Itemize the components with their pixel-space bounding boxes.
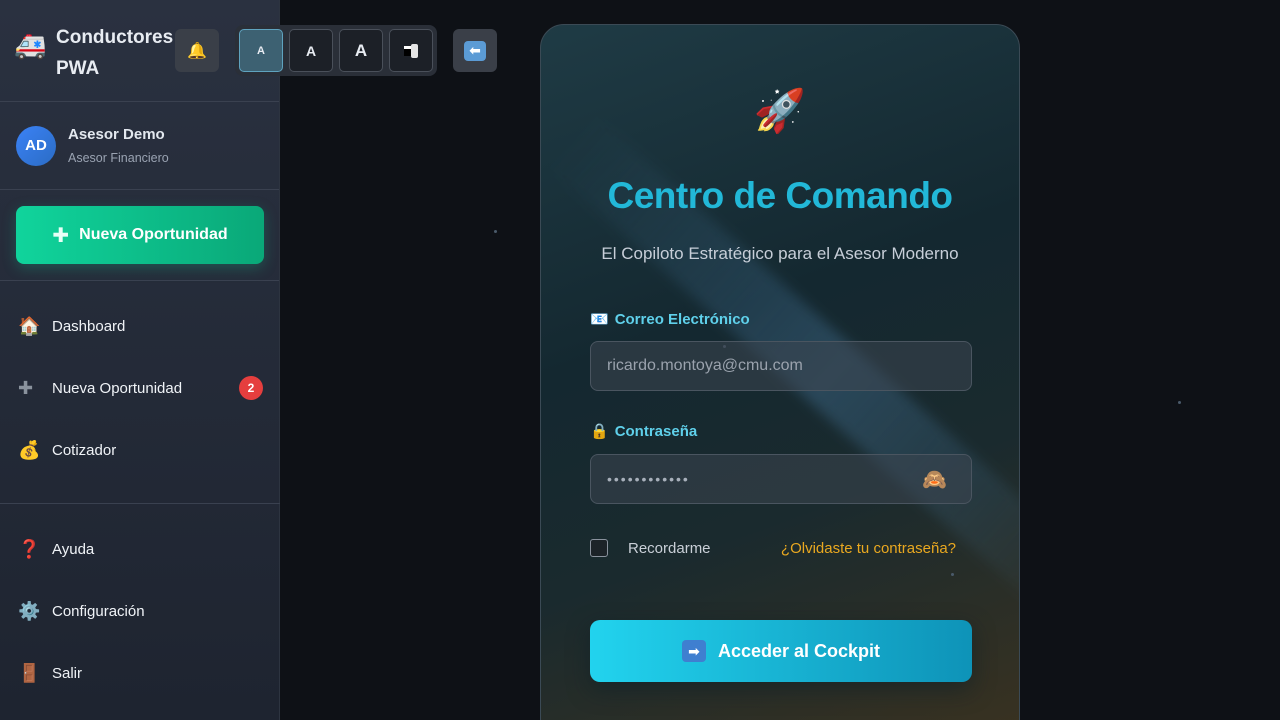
house-icon: 🏠: [18, 315, 41, 336]
sidebar-item-label: Cotizador: [52, 441, 117, 459]
email-label: 📧 Correo Electrónico: [590, 311, 750, 328]
login-card: 🚀 Centro de Comando El Copiloto Estratég…: [540, 24, 1020, 720]
contrast-icon: [404, 43, 418, 58]
page-subtitle: El Copiloto Estratégico para el Asesor M…: [601, 244, 959, 263]
sidebar-item-configuracion[interactable]: ⚙️ Configuración: [0, 580, 280, 642]
password-label: 🔒 Contraseña: [590, 423, 698, 440]
font-size-large-button[interactable]: A: [339, 29, 383, 72]
bottom-nav: ❓ Ayuda ⚙️ Configuración 🚪 Salir: [0, 518, 280, 704]
contrast-toggle-button[interactable]: [389, 29, 433, 72]
password-field[interactable]: •••••••••••• 🙈: [590, 454, 972, 504]
plus-icon: ✚: [52, 224, 70, 247]
sidebar-item-label: Salir: [52, 664, 83, 682]
font-size-medium-button[interactable]: A: [289, 29, 333, 72]
email-placeholder: ricardo.montoya@cmu.com: [607, 357, 803, 374]
font-size-medium-label: A: [305, 42, 317, 59]
plus-icon: ✚: [18, 377, 34, 398]
submit-label: Acceder al Cockpit: [717, 640, 881, 661]
ambulance-icon: 🚑: [14, 30, 47, 60]
new-opportunity-button[interactable]: ✚ Nueva Oportunidad: [16, 206, 264, 264]
email-field[interactable]: ricardo.montoya@cmu.com: [590, 341, 972, 391]
user-profile[interactable]: AD Asesor Demo Asesor Financiero: [0, 102, 279, 190]
sidebar-item-label: Ayuda: [52, 540, 95, 558]
sidebar-item-ayuda[interactable]: ❓ Ayuda: [0, 518, 280, 580]
toggle-password-visibility-icon[interactable]: 🙈: [922, 467, 947, 492]
notification-badge: 2: [239, 376, 263, 400]
avatar: AD: [16, 125, 56, 166]
remember-checkbox[interactable]: [590, 539, 608, 557]
sidebar-item-cotizador[interactable]: 💰 Cotizador: [0, 419, 279, 481]
font-size-large-label: A: [354, 40, 368, 60]
sidebar: 🚑 Conductores PWA AD Asesor Demo Asesor …: [0, 0, 280, 720]
brand-title: Conductores PWA: [56, 27, 174, 79]
background-dot: [1178, 401, 1181, 404]
background-dot: [951, 573, 954, 576]
sidebar-item-label: Dashboard: [52, 317, 126, 335]
remember-row: Recordarme ¿Olvidaste tu contraseña?: [590, 537, 972, 559]
lock-icon: 🔒: [590, 423, 609, 440]
sidebar-item-label: Nueva Oportunidad: [52, 379, 183, 397]
back-arrow-icon: ⬅: [464, 40, 486, 61]
back-button[interactable]: ⬅: [453, 29, 497, 72]
forgot-password-link[interactable]: ¿Olvidaste tu contraseña?: [781, 540, 956, 557]
background-dot: [494, 230, 497, 233]
user-role: Asesor Financiero: [68, 151, 169, 165]
font-size-small-label: A: [257, 44, 265, 57]
door-icon: 🚪: [18, 662, 41, 683]
envelope-icon: 📧: [590, 311, 609, 328]
nav-divider: [0, 503, 280, 504]
remember-label: Recordarme: [628, 539, 711, 557]
main-nav: 🏠 Dashboard ✚ Nueva Oportunidad 2 💰 Coti…: [0, 281, 279, 481]
gear-icon: ⚙️: [18, 600, 41, 621]
bell-icon: 🔔: [187, 42, 207, 60]
question-icon: ❓: [18, 538, 41, 559]
sidebar-item-new-opportunity[interactable]: ✚ Nueva Oportunidad 2: [0, 357, 279, 419]
font-size-controls: A A A: [235, 25, 437, 76]
page-title: Centro de Comando: [607, 175, 953, 216]
font-size-small-button[interactable]: A: [239, 29, 283, 72]
user-name: Asesor Demo: [68, 126, 165, 143]
sidebar-item-dashboard[interactable]: 🏠 Dashboard: [0, 295, 279, 357]
money-bag-icon: 💰: [18, 439, 41, 460]
notifications-button[interactable]: 🔔: [175, 29, 219, 72]
login-submit-button[interactable]: ➡ Acceder al Cockpit: [590, 620, 972, 682]
arrow-right-icon: ➡: [681, 640, 706, 662]
password-value: ••••••••••••: [607, 471, 690, 487]
rocket-icon: 🚀: [753, 87, 807, 134]
sidebar-item-label: Configuración: [52, 602, 145, 620]
sidebar-item-salir[interactable]: 🚪 Salir: [0, 642, 280, 704]
new-opportunity-label: Nueva Oportunidad: [79, 226, 228, 243]
